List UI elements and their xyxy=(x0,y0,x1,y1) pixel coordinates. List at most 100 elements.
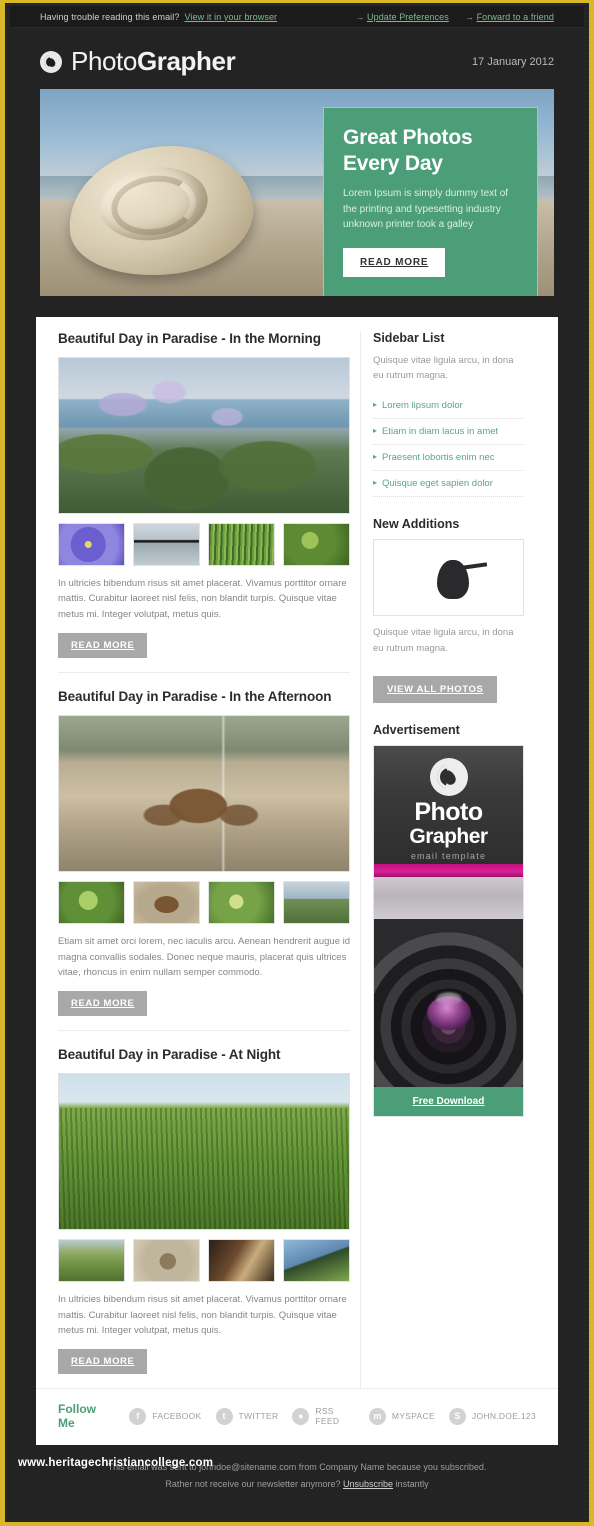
new-additions-block: New Additions Quisque vitae ligula arcu,… xyxy=(373,517,524,703)
advertisement-block: Advertisement Photo Grapher email templa… xyxy=(373,723,524,1117)
camera-lens-image xyxy=(374,918,523,1087)
footer-line-2-pre: Rather not receive our newsletter anymor… xyxy=(165,1478,341,1489)
thumbnail-row xyxy=(58,1239,350,1283)
myspace-icon: m xyxy=(368,1407,386,1425)
social-label: RSS FEED xyxy=(315,1406,340,1427)
hero-body-text: Lorem Ipsum is simply dummy text of the … xyxy=(343,188,509,231)
article-read-more-button[interactable]: READ MORE xyxy=(58,1349,148,1375)
footer-line-2-post: instantly xyxy=(395,1478,429,1489)
preheader-bar: Having trouble reading this email? View … xyxy=(10,6,584,28)
logo-text-bold: Grapher xyxy=(136,46,236,76)
advertisement-title: Advertisement xyxy=(373,722,460,737)
hero-title-line2: Every Day xyxy=(343,151,443,175)
article-image-detail xyxy=(59,358,349,513)
forward-to-friend-link[interactable]: Forward to a friend xyxy=(477,12,554,22)
sidebar-list-intro: Quisque vitae ligula arcu, in dona eu ru… xyxy=(373,355,514,382)
logo-text-light: Photo xyxy=(71,46,137,76)
bird-beak xyxy=(463,562,488,570)
view-all-photos-button[interactable]: VIEW ALL PHOTOS xyxy=(373,675,498,703)
page-frame: Having trouble reading this email? View … xyxy=(0,0,594,1526)
new-additions-text: Quisque vitae ligula arcu, in dona eu ru… xyxy=(373,627,514,654)
article-body: In ultricies bibendum risus sit amet pla… xyxy=(58,578,347,620)
preheader-right: → Update Preferences → Forward to a frie… xyxy=(355,12,554,22)
article-image[interactable] xyxy=(58,357,350,514)
article-image[interactable] xyxy=(58,715,350,873)
list-item: Lorem lipsum dolor xyxy=(373,393,524,420)
issue-date: 17 January 2012 xyxy=(472,55,554,68)
view-in-browser-link[interactable]: View it in your browser xyxy=(184,12,277,22)
sidebar-links: Lorem lipsum dolor Etiam in diam lacus i… xyxy=(373,393,524,498)
thumbnail-row xyxy=(58,881,350,925)
ad-word-photo: Photo xyxy=(414,797,483,826)
main-column: Beautiful Day in Paradise - In the Morni… xyxy=(50,331,360,1388)
unsubscribe-link[interactable]: Unsubscribe xyxy=(343,1479,393,1489)
hero-callout-card: Great Photos Every Day Lorem Ipsum is si… xyxy=(323,107,538,296)
article-1: Beautiful Day in Paradise - In the Morni… xyxy=(58,331,350,672)
spiral-logo-icon xyxy=(429,757,468,796)
ad-word-grapher: Grapher xyxy=(409,824,488,848)
trouble-text: Having trouble reading this email? xyxy=(40,11,180,22)
free-download-button[interactable]: Free Download xyxy=(374,1086,523,1116)
sidebar-link[interactable]: Quisque eget sapien dolor xyxy=(373,471,524,496)
article-3: Beautiful Day in Paradise - At Night In … xyxy=(58,1030,350,1388)
thumbnail[interactable] xyxy=(133,523,200,566)
update-preferences-link[interactable]: Update Preferences xyxy=(367,12,449,22)
article-body: In ultricies bibendum risus sit amet pla… xyxy=(58,1294,347,1336)
ad-pink-stripe xyxy=(374,863,523,877)
preheader-left: Having trouble reading this email? View … xyxy=(40,12,277,22)
hero-title: Great Photos Every Day xyxy=(343,125,518,176)
hero-banner: Great Photos Every Day Lorem Ipsum is si… xyxy=(40,89,554,296)
sidebar-link[interactable]: Etiam in diam lacus in amet xyxy=(373,419,524,444)
thumbnail[interactable] xyxy=(208,881,275,925)
article-title: Beautiful Day in Paradise - At Night xyxy=(58,1047,281,1063)
social-link-rss[interactable]: ● RSS FEED xyxy=(292,1406,354,1426)
facebook-icon: f xyxy=(129,1407,147,1425)
thumbnail[interactable] xyxy=(283,881,350,925)
list-item: Quisque eget sapien dolor xyxy=(373,471,524,498)
thumbnail[interactable] xyxy=(208,523,275,566)
thumbnail[interactable] xyxy=(283,523,350,566)
social-link-myspace[interactable]: m MYSPACE xyxy=(368,1407,435,1425)
hero-read-more-button[interactable]: READ MORE xyxy=(343,247,446,277)
sidebar-link[interactable]: Praesent lobortis enim nec xyxy=(373,445,524,470)
shell-spiral xyxy=(107,170,201,241)
email-header: PhotoGrapher 17 January 2012 xyxy=(10,28,584,89)
thumbnail[interactable] xyxy=(133,881,200,925)
advertisement-banner[interactable]: Photo Grapher email template Free Downlo… xyxy=(373,744,524,1117)
article-2: Beautiful Day in Paradise - In the After… xyxy=(58,672,350,1030)
spiral-logo-icon xyxy=(40,50,62,73)
social-link-skype[interactable]: S JOHN.DOE.123 xyxy=(448,1407,536,1425)
arrow-icon: → xyxy=(355,11,365,22)
ad-subtitle: email template xyxy=(410,850,487,861)
ad-top-panel: Photo Grapher email template xyxy=(374,745,523,864)
new-additions-title: New Additions xyxy=(373,517,460,532)
logo-text: PhotoGrapher xyxy=(71,46,236,77)
article-read-more-button[interactable]: READ MORE xyxy=(58,633,148,659)
social-link-twitter[interactable]: t TWITTER xyxy=(215,1407,279,1425)
ad-reflection xyxy=(374,876,523,919)
thumbnail[interactable] xyxy=(283,1239,350,1283)
list-item: Etiam in diam lacus in amet xyxy=(373,419,524,446)
thumbnail[interactable] xyxy=(58,881,125,925)
email-body: Having trouble reading this email? View … xyxy=(10,6,584,1518)
article-image[interactable] xyxy=(58,1073,350,1231)
brand-logo[interactable]: PhotoGrapher xyxy=(40,46,236,77)
sidebar-column: Sidebar List Quisque vitae ligula arcu, … xyxy=(360,331,530,1389)
sidebar-list-title: Sidebar List xyxy=(373,331,445,345)
sidebar-link[interactable]: Lorem lipsum dolor xyxy=(373,393,524,418)
thumbnail[interactable] xyxy=(58,1239,125,1283)
new-additions-image[interactable] xyxy=(373,539,524,617)
follow-bar: Follow Me f FACEBOOK t TWITTER ● RSS FEE… xyxy=(36,1388,558,1446)
thumbnail[interactable] xyxy=(208,1239,275,1283)
twitter-icon: t xyxy=(215,1407,233,1425)
forward-group: → Forward to a friend xyxy=(465,12,554,22)
article-image-detail xyxy=(59,716,349,872)
skype-icon: S xyxy=(448,1407,466,1425)
email-footer: This email was sent to johndoe@sitename.… xyxy=(10,1445,584,1491)
hero-title-line1: Great Photos xyxy=(343,126,473,149)
thumbnail[interactable] xyxy=(133,1239,200,1283)
thumbnail[interactable] xyxy=(58,523,125,566)
social-link-facebook[interactable]: f FACEBOOK xyxy=(129,1407,201,1425)
article-read-more-button[interactable]: READ MORE xyxy=(58,991,148,1017)
list-item: Praesent lobortis enim nec xyxy=(373,445,524,472)
